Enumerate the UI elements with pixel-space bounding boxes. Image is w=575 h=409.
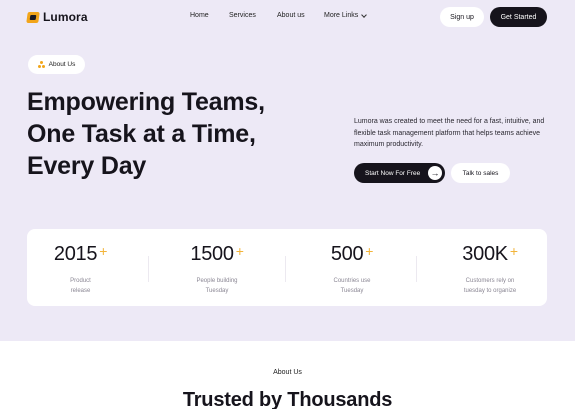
headline-line-1: Empowering Teams, bbox=[27, 88, 265, 116]
page-title: Empowering Teams, One Task at a Time, Ev… bbox=[27, 86, 327, 182]
stat-label: Customers rely on tuesday to organize bbox=[463, 278, 517, 294]
stat-item: 500 + Countries use Tuesday bbox=[302, 229, 402, 306]
about-section-label: About Us bbox=[273, 369, 302, 376]
hero-description: Lumora was created to meet the need for … bbox=[354, 118, 545, 148]
stat-item: 300K + Customers rely on tuesday to organ… bbox=[437, 229, 543, 306]
stat-label: People building Tuesday bbox=[196, 278, 238, 294]
divider bbox=[416, 256, 417, 282]
about-badge: About Us bbox=[28, 55, 85, 74]
stat-item: 2015 + Product release bbox=[27, 229, 134, 306]
start-free-button[interactable]: Start Now For Free → bbox=[354, 163, 445, 183]
headline-line-2: One Task at a Time, bbox=[27, 120, 256, 148]
divider bbox=[148, 256, 149, 282]
stat-value: 300K + bbox=[462, 243, 518, 265]
brand-logo[interactable]: Lumora bbox=[26, 10, 88, 24]
about-badge-label: About Us bbox=[48, 61, 76, 68]
headline-line-3: Every Day bbox=[27, 152, 147, 180]
nav-item-more-links[interactable]: More Links bbox=[324, 11, 368, 19]
nav-item-home[interactable]: Home bbox=[190, 12, 209, 19]
stat-label: Countries use Tuesday bbox=[333, 278, 371, 294]
stats-card: 2015 + Product release 1500 + People build… bbox=[27, 229, 547, 306]
nav-item-services[interactable]: Services bbox=[229, 12, 256, 19]
stat-value: 1500 + bbox=[190, 243, 244, 265]
about-section-title: Trusted by Thousands bbox=[182, 389, 393, 409]
cluster-icon bbox=[37, 61, 45, 68]
stat-label: Product release bbox=[70, 278, 91, 294]
start-free-label: Start Now For Free bbox=[365, 169, 421, 177]
talk-to-sales-button[interactable]: Talk to sales bbox=[451, 163, 510, 183]
lumora-logo-icon bbox=[26, 11, 40, 23]
stat-value: 2015 + bbox=[53, 243, 108, 265]
divider bbox=[285, 256, 286, 282]
stat-item: 1500 + People building Tuesday bbox=[167, 229, 267, 306]
brand-name: Lumora bbox=[43, 10, 88, 24]
hero-section: Lumora Home Services About us More Links… bbox=[0, 0, 575, 341]
nav-item-more-links-label: More Links bbox=[324, 12, 359, 19]
get-started-button[interactable]: Get Started bbox=[490, 7, 547, 27]
chevron-down-icon bbox=[361, 11, 368, 18]
signup-button[interactable]: Sign up bbox=[440, 7, 484, 27]
nav-item-about[interactable]: About us bbox=[277, 12, 305, 19]
arrow-right-icon: → bbox=[428, 166, 442, 180]
stat-value: 500 + bbox=[330, 243, 374, 265]
